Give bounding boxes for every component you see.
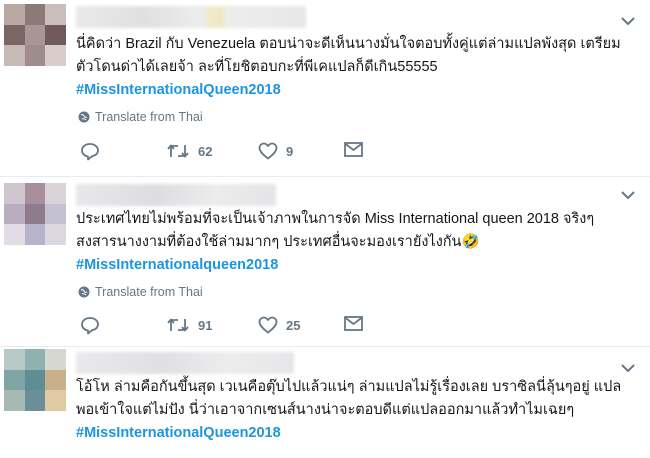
heart-icon: [258, 316, 278, 334]
retweet-button[interactable]: 91: [166, 316, 212, 334]
avatar[interactable]: [4, 349, 66, 411]
message-icon: [344, 316, 363, 331]
retweet-icon: [167, 318, 189, 332]
translate-link[interactable]: Translate from Thai: [78, 110, 203, 124]
tweet-actions: 62 9: [80, 142, 380, 164]
like-button[interactable]: 9: [258, 142, 293, 160]
tweet-3: โอ้โห ล่ามคือกันขึ้นสุด เวเนคือตุ๊บไปแล้…: [0, 347, 650, 458]
chevron-down-icon[interactable]: [620, 16, 636, 26]
tweet-text-line: นี่คิดว่า Brazil กับ Venezuela ตอบน่าจะด…: [76, 36, 621, 52]
retweet-count: 91: [198, 317, 213, 333]
translate-label: Translate from Thai: [95, 110, 203, 124]
retweet-count: 62: [198, 143, 213, 159]
tweet-text: นี่คิดว่า Brazil กับ Venezuela ตอบน่าจะด…: [76, 33, 636, 102]
message-icon: [344, 142, 363, 157]
chevron-down-icon[interactable]: [620, 363, 636, 373]
tweet-text-line: พอเข้าใจแต่ไม่ปัง นี่ว่าเอาจากเซนส์นางน่…: [76, 402, 575, 418]
tweet-text-line: ตัวโดนด่าได้เลยจ้า ละที่โยชิตอบกะที่พีเค…: [76, 59, 438, 75]
retweet-icon: [167, 144, 189, 158]
direct-message-button[interactable]: [344, 316, 363, 331]
like-count: 9: [286, 143, 294, 159]
reply-icon: [81, 143, 99, 161]
retweet-button[interactable]: 62: [166, 142, 212, 160]
avatar[interactable]: [4, 183, 66, 245]
tweet-text-line: สงสารนางงามที่ต้องใช้ล่ามมากๆ ประเทศอื่น…: [76, 234, 480, 250]
translate-label: Translate from Thai: [95, 285, 203, 299]
tweet-text: ประเทศไทยไม่พร้อมที่จะเป็นเจ้าภาพในการจั…: [76, 208, 636, 277]
translate-link[interactable]: Translate from Thai: [78, 285, 203, 299]
hashtag-link[interactable]: #MissInternationalqueen2018: [76, 254, 636, 277]
globe-icon: [78, 286, 90, 298]
hashtag-link[interactable]: #MissInternationalQueen2018: [76, 422, 636, 445]
like-button[interactable]: 25: [258, 316, 300, 334]
heart-icon: [258, 142, 278, 160]
blurred-username[interactable]: [76, 184, 276, 206]
tweet-text-line: ประเทศไทยไม่พร้อมที่จะเป็นเจ้าภาพในการจั…: [76, 211, 595, 227]
blurred-username[interactable]: [76, 352, 294, 374]
tweet-actions: 91 25: [80, 316, 380, 338]
reply-button[interactable]: [80, 142, 100, 161]
reply-icon: [81, 317, 99, 335]
tweet-text-line: โอ้โห ล่ามคือกันขึ้นสุด เวเนคือตุ๊บไปแล้…: [76, 379, 622, 395]
direct-message-button[interactable]: [344, 142, 363, 157]
reply-button[interactable]: [80, 316, 100, 335]
like-count: 25: [286, 317, 301, 333]
globe-icon: [78, 111, 90, 123]
chevron-down-icon[interactable]: [620, 190, 636, 200]
blurred-username[interactable]: [76, 6, 306, 28]
tweet-1: นี่คิดว่า Brazil กับ Venezuela ตอบน่าจะด…: [0, 0, 650, 176]
hashtag-link[interactable]: #MissInternationalQueen2018: [76, 79, 636, 102]
avatar[interactable]: [4, 4, 66, 66]
tweet-2: ประเทศไทยไม่พร้อมที่จะเป็นเจ้าภาพในการจั…: [0, 177, 650, 346]
tweet-text: โอ้โห ล่ามคือกันขึ้นสุด เวเนคือตุ๊บไปแล้…: [76, 376, 636, 445]
